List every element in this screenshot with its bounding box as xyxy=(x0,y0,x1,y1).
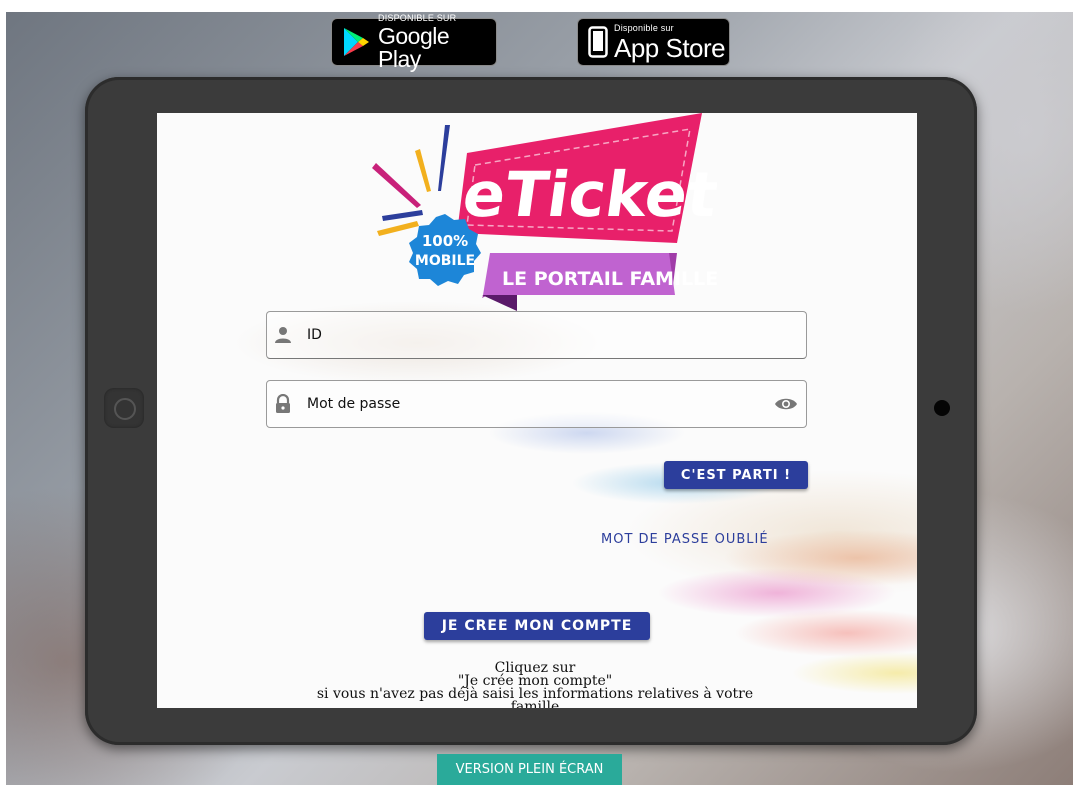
google-play-icon xyxy=(342,27,370,57)
tablet-camera xyxy=(934,400,950,416)
tablet-home-button xyxy=(104,388,144,428)
app-store-badge[interactable]: Disponible sur App Store xyxy=(577,18,730,66)
app-store-small-text: Disponible sur xyxy=(614,22,674,33)
apple-icon xyxy=(588,26,608,58)
google-play-small-text: DISPONIBLE SUR xyxy=(378,12,457,23)
id-field[interactable] xyxy=(266,311,807,359)
tablet-screen: eTicket LE PORTAIL FAMILLE 100% MOBILE I… xyxy=(157,113,917,708)
forgot-password-link[interactable]: MOT DE PASSE OUBLIÉ xyxy=(601,532,791,547)
create-account-help-text: Cliquez sur "Je crée mon compte" si vous… xyxy=(265,661,805,708)
password-input[interactable] xyxy=(307,396,774,412)
app-store-big-text: App Store xyxy=(614,32,726,63)
eticket-logo: eTicket LE PORTAIL FAMILLE 100% MOBILE xyxy=(372,113,717,311)
logo-subtitle: LE PORTAIL FAMILLE xyxy=(502,268,717,290)
google-play-big-text: Google Play xyxy=(378,22,450,72)
help-line-4: famille xyxy=(510,699,560,708)
submit-button[interactable]: C'EST PARTI ! xyxy=(664,461,808,489)
create-account-button[interactable]: JE CREE MON COMPTE xyxy=(424,612,650,640)
id-input[interactable] xyxy=(307,327,806,343)
person-icon xyxy=(274,326,292,344)
lock-icon xyxy=(274,394,292,413)
logo-title: eTicket xyxy=(458,158,717,231)
logo-badge-line1: 100% xyxy=(422,232,468,250)
password-field[interactable] xyxy=(266,380,807,428)
eye-icon[interactable] xyxy=(774,395,798,413)
fullscreen-version-button[interactable]: VERSION PLEIN ÉCRAN xyxy=(437,754,622,785)
google-play-badge[interactable]: DISPONIBLE SUR Google Play xyxy=(331,13,497,70)
logo-badge-line2: MOBILE xyxy=(415,253,475,269)
